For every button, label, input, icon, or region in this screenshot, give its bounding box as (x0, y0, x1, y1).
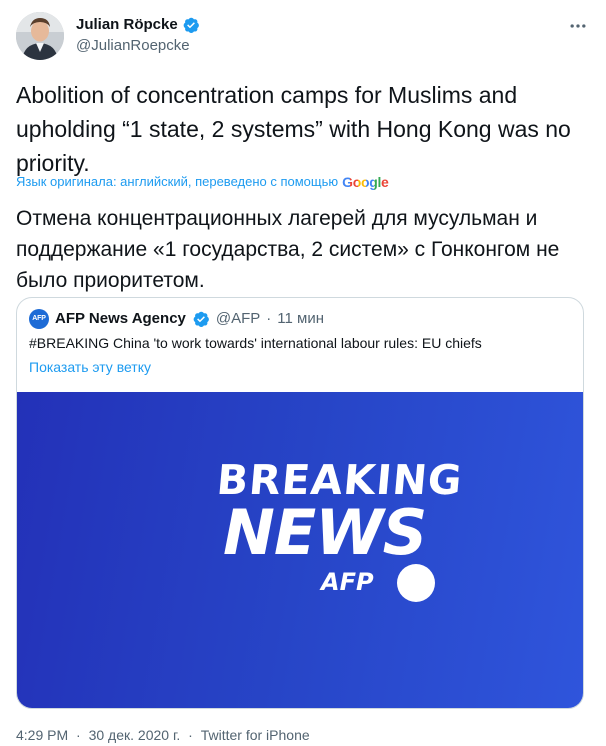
afp-brand: AFP (321, 568, 374, 596)
quoted-tweet-card[interactable]: AFP AFP News Agency @AFP · 11 мин #BREAK… (16, 297, 584, 709)
translation-note-text[interactable]: Язык оригинала: английский, переведено с… (16, 173, 338, 191)
quoted-author-name: AFP News Agency (55, 310, 186, 327)
quoted-author-handle: @AFP (215, 310, 261, 327)
verified-badge-icon (183, 17, 199, 34)
author-avatar[interactable] (16, 12, 64, 60)
quoted-tweet-time: 11 мин (277, 310, 325, 327)
quoted-tweet-header: AFP AFP News Agency @AFP · 11 мин (29, 309, 324, 329)
news-word: NEWS (223, 496, 427, 569)
meta-separator: · (266, 310, 272, 327)
tweet: Julian Röpcke @JulianRoepcke Abolition o… (0, 0, 606, 746)
verified-badge-icon (193, 311, 209, 328)
author-name-text[interactable]: Julian Röpcke (76, 15, 178, 35)
quoted-tweet-media[interactable]: BREAKING NEWS AFP (17, 392, 583, 708)
footer-separator: · (76, 727, 81, 743)
quoted-tweet-text: #BREAKING China 'to work towards' intern… (29, 335, 482, 351)
translated-tweet-text: Отмена концентрационных лагерей для мусу… (16, 207, 560, 292)
footer-separator: · (188, 727, 193, 743)
tweet-footer: 4:29 PM · 30 дек. 2020 г. · Twitter for … (16, 726, 310, 744)
more-options-button[interactable] (566, 14, 590, 38)
afp-dot-mark (397, 564, 435, 602)
translation-note[interactable]: Язык оригинала: английский, переведено с… (16, 173, 389, 191)
afp-avatar: AFP (29, 309, 49, 329)
google-logo: Google (342, 173, 389, 191)
tweet-source[interactable]: Twitter for iPhone (201, 727, 310, 743)
tweet-text: Abolition of concentration camps for Mus… (16, 82, 571, 176)
author-handle[interactable]: @JulianRoepcke (76, 36, 190, 56)
tweet-date[interactable]: 30 дек. 2020 г. (89, 727, 181, 743)
breaking-news-logo: BREAKING NEWS AFP (207, 456, 465, 616)
google-logo-text: Google (342, 174, 389, 190)
more-options-icon (570, 24, 586, 28)
show-thread-link[interactable]: Показать эту ветку (29, 357, 151, 377)
author-name[interactable]: Julian Röpcke (76, 15, 200, 35)
tweet-time[interactable]: 4:29 PM (16, 727, 68, 743)
